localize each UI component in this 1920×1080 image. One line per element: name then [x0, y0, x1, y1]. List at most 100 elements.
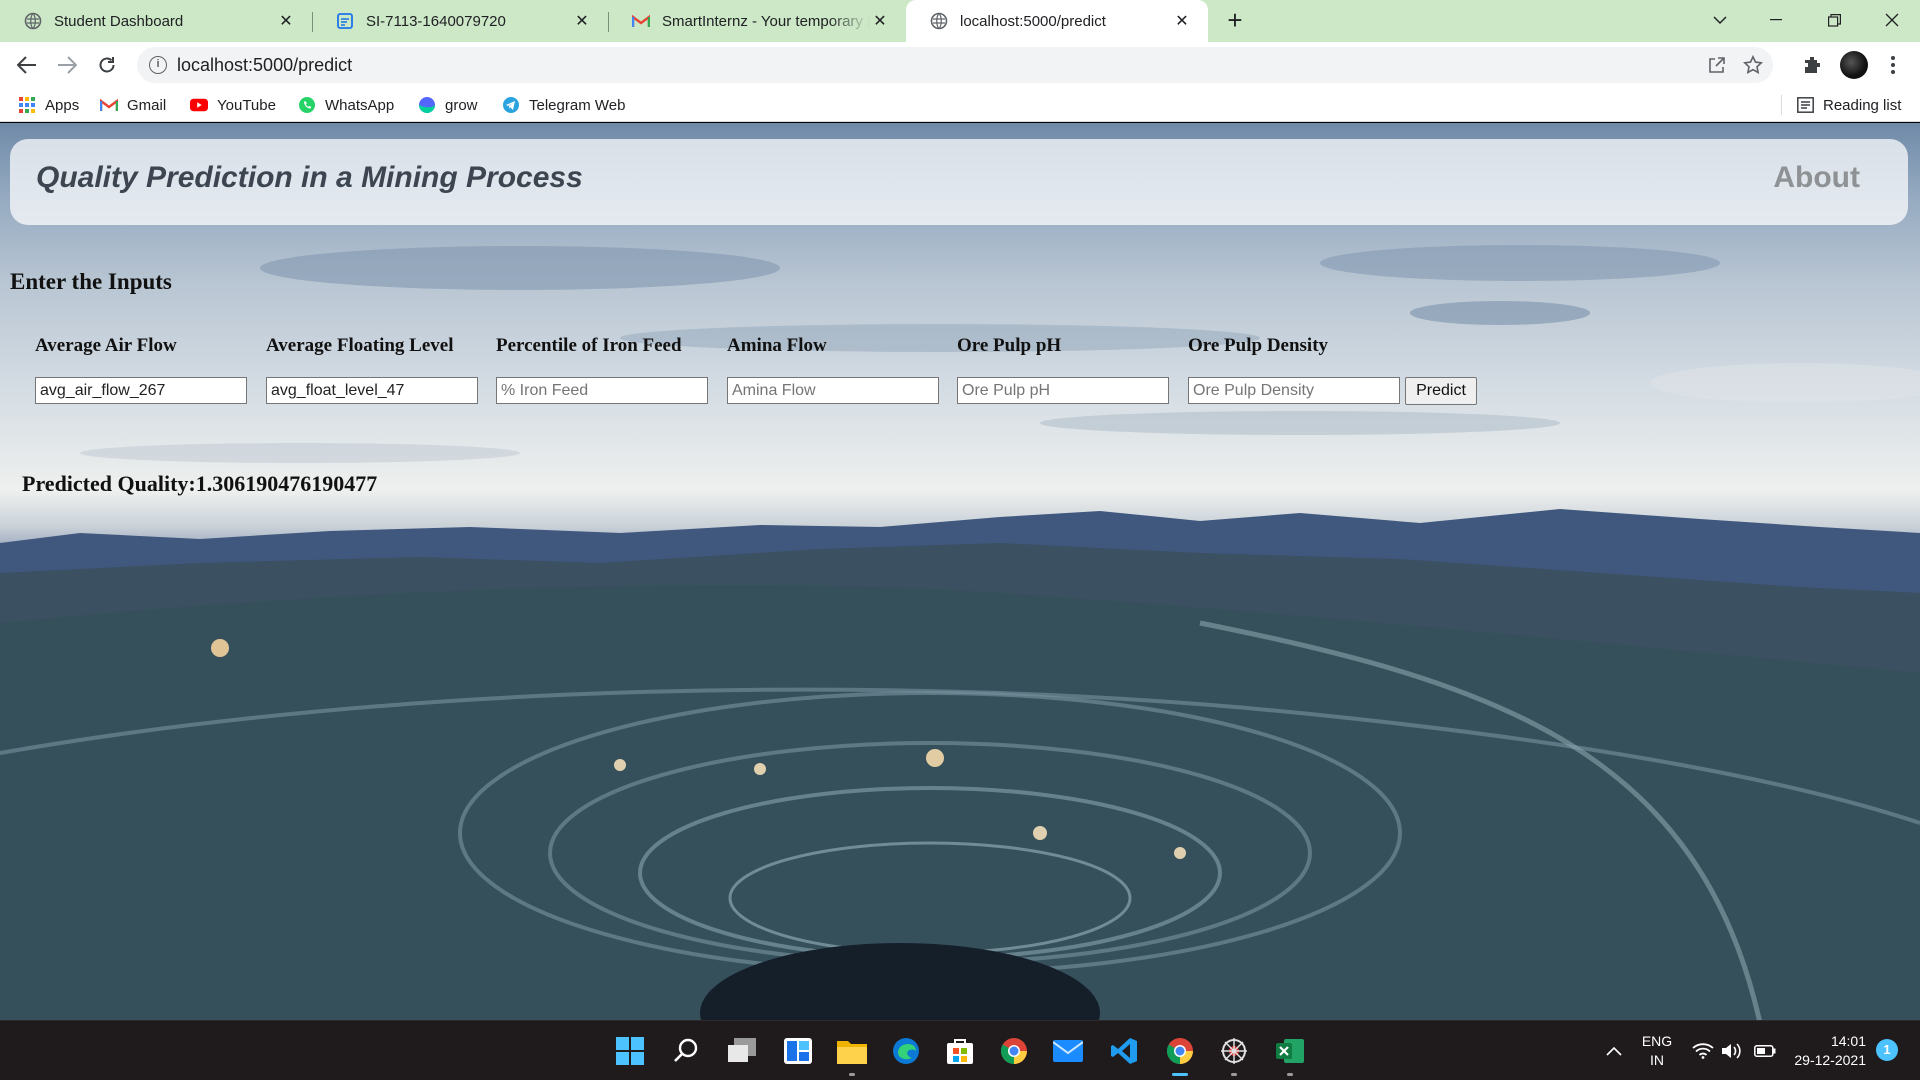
windows-taskbar: ENG IN 14:01 29-12-2021 1 — [0, 1020, 1920, 1080]
mail-button[interactable] — [1050, 1033, 1086, 1069]
anaconda-button[interactable] — [1216, 1033, 1252, 1076]
bookmark-apps[interactable]: Apps — [18, 94, 79, 116]
active-indicator — [1172, 1073, 1188, 1076]
reload-icon — [99, 57, 115, 73]
volume-icon[interactable] — [1718, 1021, 1744, 1080]
ore-pulp-density-input[interactable] — [1188, 377, 1400, 404]
header-card: Quality Prediction in a Mining Process A… — [10, 139, 1908, 225]
address-bar[interactable]: i — [137, 47, 1773, 83]
close-icon[interactable]: ✕ — [870, 11, 890, 31]
telegram-icon — [502, 96, 520, 114]
chrome-active-button[interactable] — [1162, 1033, 1198, 1076]
profile-avatar[interactable] — [1840, 51, 1868, 79]
running-indicator — [1287, 1073, 1293, 1076]
edge-button[interactable] — [888, 1033, 924, 1069]
bookmark-gmail[interactable]: Gmail — [100, 94, 166, 116]
restore-button[interactable] — [1806, 0, 1862, 40]
start-button[interactable] — [612, 1033, 648, 1069]
site-info-icon[interactable]: i — [149, 56, 167, 74]
close-icon[interactable]: ✕ — [1172, 11, 1192, 31]
vscode-button[interactable] — [1106, 1033, 1142, 1069]
restore-icon — [1827, 13, 1841, 27]
tab-si-7113[interactable]: SI-7113-1640079720 ✕ — [312, 0, 608, 42]
widgets-icon — [784, 1038, 812, 1064]
mine-landscape — [0, 509, 1920, 1020]
label-ore-pulp-ph: Ore Pulp pH — [957, 335, 1062, 356]
chevron-down-icon — [1713, 15, 1727, 24]
close-window-button[interactable] — [1864, 0, 1920, 40]
task-view-icon — [728, 1038, 756, 1062]
bookmark-telegram[interactable]: Telegram Web — [502, 94, 625, 116]
tab-smartinternz[interactable]: SmartInternz - Your temporary pa ✕ — [608, 0, 906, 42]
ore-pulp-ph-input[interactable] — [957, 377, 1169, 404]
tab-localhost-predict[interactable]: localhost:5000/predict ✕ — [906, 0, 1208, 42]
new-tab-button[interactable]: + — [1222, 7, 1248, 34]
bookmark-whatsapp[interactable]: WhatsApp — [298, 94, 394, 116]
reading-list-label: Reading list — [1823, 96, 1902, 114]
battery-icon[interactable] — [1752, 1021, 1778, 1080]
predicted-quality-result: Predicted Quality:1.306190476190477 — [22, 471, 378, 496]
tab-title: localhost:5000/predict — [960, 12, 1106, 30]
search-icon — [674, 1038, 698, 1062]
region-code: IN — [1650, 1052, 1664, 1068]
tab-search-button[interactable] — [1692, 0, 1748, 40]
file-explorer-button[interactable] — [834, 1033, 870, 1076]
bookmark-star-icon[interactable] — [1743, 55, 1763, 75]
page-content: Quality Prediction in a Mining Process A… — [0, 123, 1920, 1020]
tab-strip: Student Dashboard ✕ SI-7113-1640079720 ✕… — [0, 0, 1920, 42]
clock[interactable]: 14:01 29-12-2021 — [1792, 1032, 1866, 1070]
tab-student-dashboard[interactable]: Student Dashboard ✕ — [0, 0, 312, 42]
close-icon[interactable]: ✕ — [276, 11, 296, 31]
minimize-button[interactable] — [1748, 0, 1804, 40]
average-air-flow-input[interactable] — [35, 377, 247, 404]
chrome-icon — [1000, 1038, 1027, 1065]
taskbar-search-button[interactable] — [668, 1033, 704, 1069]
language-indicator[interactable]: ENG IN — [1636, 1032, 1678, 1070]
edge-icon — [893, 1038, 919, 1064]
show-hidden-icons-button[interactable] — [1602, 1021, 1626, 1080]
running-indicator — [1231, 1073, 1237, 1076]
store-button[interactable] — [942, 1033, 978, 1069]
extensions-icon[interactable] — [1799, 52, 1825, 78]
windows-logo-icon — [616, 1037, 644, 1065]
back-button[interactable] — [13, 51, 41, 79]
bookmark-youtube[interactable]: YouTube — [190, 94, 276, 116]
apps-grid-icon — [18, 96, 36, 114]
chrome-icon — [1166, 1038, 1193, 1065]
spider-icon — [1221, 1038, 1247, 1064]
youtube-icon — [190, 96, 208, 114]
label-average-floating-level: Average Floating Level — [266, 335, 454, 356]
amina-flow-input[interactable] — [727, 377, 939, 404]
chrome-button[interactable] — [996, 1033, 1032, 1069]
predict-button[interactable]: Predict — [1405, 377, 1477, 405]
notification-badge[interactable]: 1 — [1876, 1039, 1898, 1061]
reload-button[interactable] — [93, 51, 121, 79]
gmail-icon — [100, 96, 118, 114]
nav-about-link[interactable]: About — [1773, 161, 1860, 195]
bookmark-label: YouTube — [217, 96, 276, 114]
close-icon — [1885, 13, 1899, 27]
task-view-button[interactable] — [724, 1033, 760, 1069]
average-floating-level-input[interactable] — [266, 377, 478, 404]
menu-kebab-icon[interactable] — [1880, 52, 1906, 78]
reading-list-icon — [1796, 96, 1814, 114]
vscode-icon — [1111, 1038, 1137, 1064]
address-input[interactable] — [177, 47, 1577, 83]
close-icon[interactable]: ✕ — [572, 11, 592, 31]
label-percentile-iron-feed: Percentile of Iron Feed — [496, 335, 682, 356]
doc-icon — [336, 12, 354, 30]
clock-time: 14:01 — [1830, 1033, 1866, 1049]
label-average-air-flow: Average Air Flow — [35, 335, 177, 356]
reading-list-button[interactable]: Reading list — [1796, 94, 1901, 116]
excel-button[interactable] — [1272, 1033, 1308, 1076]
widgets-button[interactable] — [780, 1033, 816, 1069]
chevron-up-icon — [1606, 1046, 1622, 1056]
bookmark-grow[interactable]: grow — [418, 94, 478, 116]
excel-icon — [1276, 1039, 1304, 1063]
forward-button[interactable] — [53, 51, 81, 79]
wifi-icon[interactable] — [1690, 1021, 1716, 1080]
share-icon[interactable] — [1707, 55, 1727, 75]
arrow-right-icon — [58, 56, 77, 74]
bookmark-label: grow — [445, 96, 478, 114]
iron-feed-input[interactable] — [496, 377, 708, 404]
